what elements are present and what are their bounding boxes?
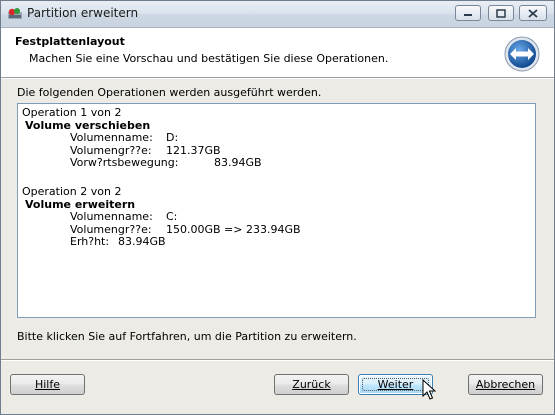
operation-title: Operation 2 von 2 bbox=[22, 185, 122, 198]
maximize-icon bbox=[496, 8, 506, 18]
title-bar[interactable]: Partition erweitern bbox=[1, 1, 554, 28]
minimize-button[interactable] bbox=[455, 5, 481, 21]
window-title: Partition erweitern bbox=[27, 6, 139, 20]
field-label: Vorw?rtsbewegung: bbox=[70, 156, 179, 169]
field-row: Volumenname: C: bbox=[22, 210, 301, 224]
wizard-window: Partition erweitern Festplattenlayout Ma… bbox=[0, 0, 555, 415]
operation-block-1: Operation 1 von 2 Volume verschieben Vol… bbox=[22, 106, 262, 170]
back-button[interactable]: Zurück bbox=[274, 374, 349, 395]
field-value: C: bbox=[166, 210, 178, 223]
field-value: 150.00GB => 233.94GB bbox=[166, 222, 301, 236]
field-row: Volumenname: D: bbox=[22, 131, 262, 145]
help-button[interactable]: Hilfe bbox=[10, 374, 85, 395]
bottom-hint: Bitte klicken Sie auf Fortfahren, um die… bbox=[17, 330, 357, 343]
field-row: Vorw?rtsbewegung: 83.94GB bbox=[22, 156, 262, 170]
field-row: Erh?ht: 83.94GB bbox=[22, 235, 301, 249]
app-icon bbox=[8, 8, 22, 19]
cancel-button[interactable]: Abbrechen bbox=[468, 374, 543, 395]
operations-list[interactable]: Operation 1 von 2 Volume verschieben Vol… bbox=[17, 103, 536, 318]
focus-rectangle bbox=[362, 378, 429, 391]
wizard-header: Festplattenlayout Machen Sie eine Vorsch… bbox=[1, 28, 554, 78]
maximize-button[interactable] bbox=[488, 5, 514, 21]
footer-divider-highlight bbox=[1, 360, 554, 361]
header-title: Festplattenlayout bbox=[15, 35, 125, 48]
field-value: 83.94GB bbox=[118, 235, 166, 248]
operation-block-2: Operation 2 von 2 Volume erweitern Volum… bbox=[22, 185, 301, 249]
field-label: Erh?ht: bbox=[70, 235, 110, 248]
field-label: Volumenname: bbox=[70, 210, 153, 223]
extend-partition-icon bbox=[504, 36, 540, 72]
header-subtitle: Machen Sie eine Vorschau und bestätigen … bbox=[29, 52, 389, 65]
close-icon bbox=[528, 8, 538, 18]
close-button[interactable] bbox=[519, 5, 547, 21]
operation-title: Operation 1 von 2 bbox=[22, 106, 122, 119]
intro-text: Die folgenden Operationen werden ausgefü… bbox=[17, 86, 322, 99]
minimize-icon bbox=[464, 14, 472, 16]
field-value: 83.94GB bbox=[214, 156, 262, 169]
operation-action: Volume erweitern bbox=[25, 197, 136, 211]
field-label: Volumenname: bbox=[70, 131, 153, 144]
field-value: D: bbox=[166, 131, 179, 144]
mouse-pointer-icon bbox=[422, 379, 436, 400]
header-divider bbox=[1, 78, 554, 79]
